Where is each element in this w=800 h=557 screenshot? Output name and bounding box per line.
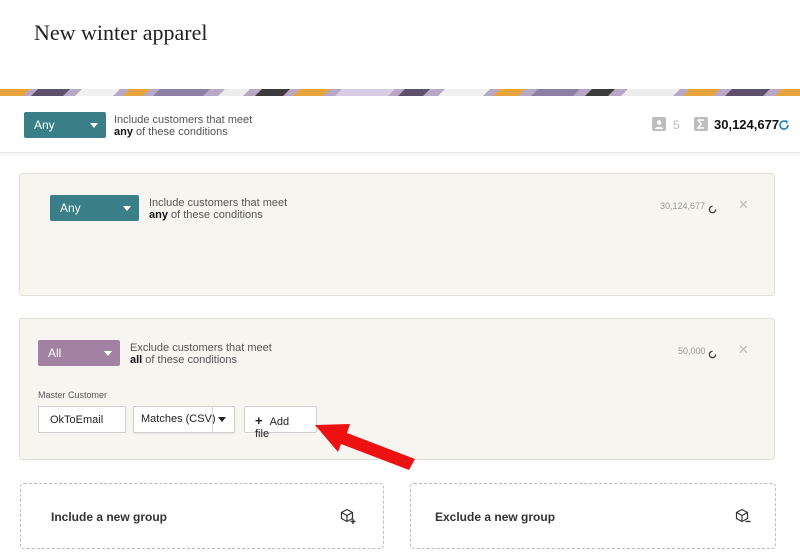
decorative-banner <box>0 86 800 96</box>
include-new-group-label: Include a new group <box>51 510 168 524</box>
include-condition-rest: of these conditions <box>167 209 263 221</box>
exclude-condition-rest: of these conditions <box>142 354 238 366</box>
condition-field-label: Master Customer <box>38 390 108 400</box>
exclude-condition-bold: all <box>130 354 143 366</box>
total-count: 30,124,677 <box>714 117 780 132</box>
operator-divider <box>212 407 213 432</box>
plus-icon: + <box>255 413 263 428</box>
remove-group-icon <box>735 508 751 529</box>
header-condition-bold: any <box>114 126 133 138</box>
attribute-value: OkToEmail <box>50 414 104 426</box>
include-condition-bold: any <box>149 209 168 221</box>
segment-icon <box>652 117 666 136</box>
add-file-button[interactable]: + Add file <box>244 406 317 440</box>
chevron-down-icon <box>123 206 131 211</box>
header-condition-rest: of these conditions <box>132 126 228 138</box>
include-condition-text: Include customers that meet any of these… <box>149 197 287 221</box>
header-match-value: Any <box>34 118 55 132</box>
close-icon[interactable]: ✕ <box>738 342 749 358</box>
exclude-condition-text: Exclude customers that meet all of these… <box>130 342 272 366</box>
refresh-icon[interactable] <box>778 118 790 136</box>
exclude-condition-line1: Exclude customers that meet <box>130 342 272 354</box>
spinner-icon <box>708 346 717 364</box>
arrow-annotation <box>315 424 415 470</box>
include-condition-line1: Include customers that meet <box>149 197 288 209</box>
close-icon[interactable]: ✕ <box>738 197 749 213</box>
exclude-group-count: 50,000 <box>678 346 706 356</box>
operator-value: Matches (CSV) <box>141 413 216 425</box>
segment-header: Any Include customers that meet any of t… <box>0 96 800 153</box>
include-new-group-button[interactable]: Include a new group <box>20 483 384 549</box>
exclude-new-group-label: Exclude a new group <box>435 510 556 524</box>
add-group-icon <box>340 508 356 529</box>
page-title: New winter apparel <box>34 20 208 45</box>
header-condition-text: Include customers that meet any of these… <box>114 114 252 138</box>
header-condition-line1: Include customers that meet <box>114 114 253 126</box>
chevron-down-icon <box>218 417 226 422</box>
operator-select[interactable]: Matches (CSV) <box>133 406 235 433</box>
exclude-match-select[interactable]: All <box>38 340 120 366</box>
header-match-select[interactable]: Any <box>24 112 106 138</box>
include-group-count: 30,124,677 <box>660 201 706 211</box>
chevron-down-icon <box>104 351 112 356</box>
spinner-icon <box>708 201 717 219</box>
attribute-field[interactable]: OkToEmail <box>38 406 126 433</box>
include-match-select[interactable]: Any <box>50 195 139 221</box>
exclude-match-value: All <box>48 346 62 360</box>
include-group-card: Any Include customers that meet any of t… <box>19 173 775 296</box>
sigma-icon <box>694 117 708 136</box>
chevron-down-icon <box>90 123 98 128</box>
exclude-new-group-button[interactable]: Exclude a new group <box>410 483 776 549</box>
include-match-value: Any <box>60 201 81 215</box>
segments-count: 5 <box>673 118 680 132</box>
